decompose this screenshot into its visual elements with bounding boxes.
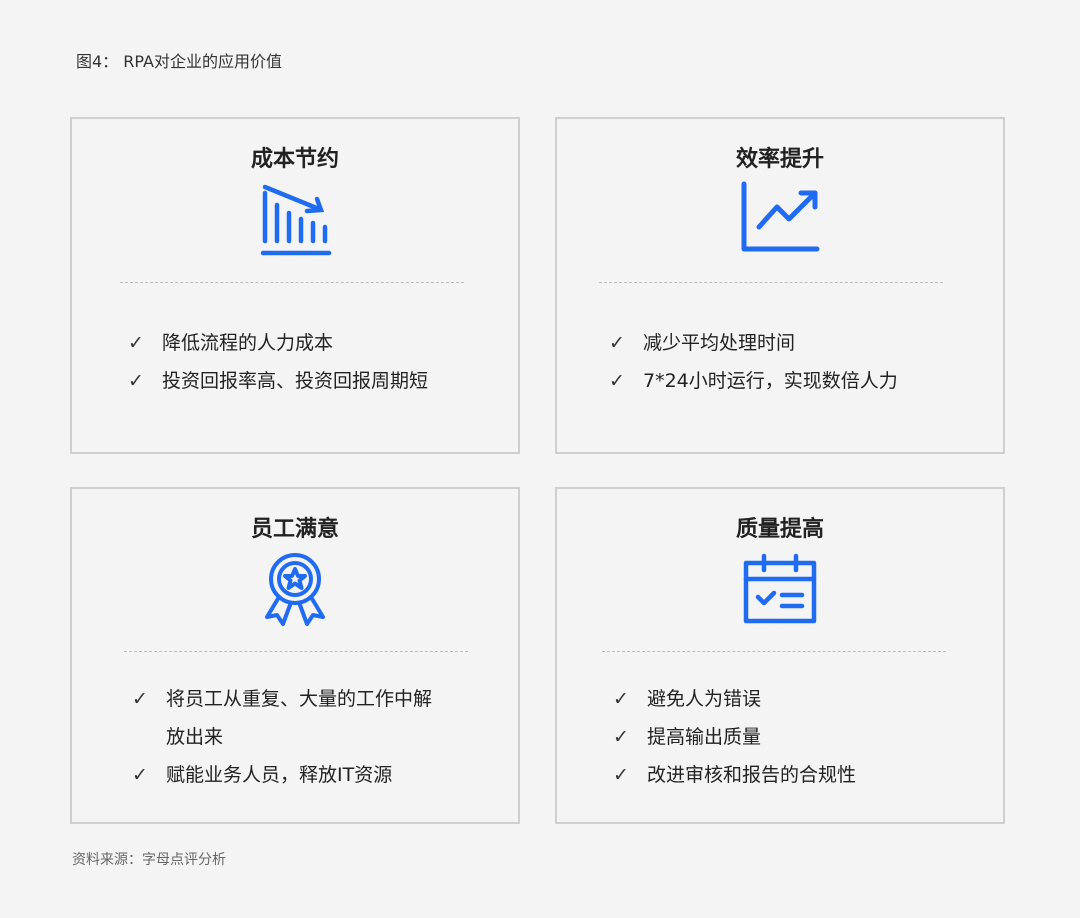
card-efficiency: 效率提升 ✓ 减少平均处理时间 ✓ 7*24小时运行，实现数倍人力	[555, 117, 1005, 454]
list-item: ✓ 改进审核和报告的合规性	[613, 756, 983, 794]
list-item-text: 提高输出质量	[647, 726, 762, 748]
source-note: 资料来源：字母点评分析	[72, 852, 226, 868]
check-icon: ✓	[613, 726, 629, 748]
card-item-list: ✓ 减少平均处理时间 ✓ 7*24小时运行，实现数倍人力	[609, 324, 979, 400]
list-item: ✓ 投资回报率高、投资回报周期短	[128, 362, 488, 400]
card-divider	[599, 282, 943, 283]
list-item-text: 将员工从重复、大量的工作中解放出来	[166, 688, 433, 748]
list-item: ✓ 赋能业务人员，释放IT资源	[132, 756, 432, 794]
list-item: ✓ 将员工从重复、大量的工作中解放出来	[132, 680, 432, 756]
card-divider	[124, 651, 468, 652]
check-icon: ✓	[132, 764, 148, 786]
list-item-text: 投资回报率高、投资回报周期短	[162, 370, 429, 392]
efficiency-line-chart-icon	[739, 181, 821, 255]
card-item-list: ✓ 降低流程的人力成本 ✓ 投资回报率高、投资回报周期短	[128, 324, 488, 400]
card-cost-saving: 成本节约 ✓ 降低流程的人力成本 ✓ 投资回报率高、投资回报周期短	[70, 117, 520, 454]
list-item: ✓ 提高输出质量	[613, 718, 983, 756]
card-title: 效率提升	[735, 147, 824, 172]
card-item-list: ✓ 将员工从重复、大量的工作中解放出来 ✓ 赋能业务人员，释放IT资源	[132, 680, 432, 794]
check-icon: ✓	[613, 688, 629, 710]
list-item: ✓ 降低流程的人力成本	[128, 324, 488, 362]
card-title: 质量提高	[735, 517, 824, 542]
check-icon: ✓	[613, 764, 629, 786]
check-icon: ✓	[609, 370, 625, 392]
card-divider	[602, 651, 946, 652]
list-item-text: 降低流程的人力成本	[162, 332, 334, 354]
card-title: 成本节约	[250, 147, 339, 172]
card-divider	[120, 282, 464, 283]
list-item-text: 7*24小时运行，实现数倍人力	[643, 370, 898, 392]
list-item-text: 减少平均处理时间	[643, 332, 796, 354]
list-item-text: 赋能业务人员，释放IT资源	[166, 764, 393, 786]
card-employee-satisfaction: 员工满意 ✓ 将员工从重复、大量的工作中解放出来 ✓ 赋能业务人员，释放IT资源	[70, 487, 520, 824]
list-item-text: 改进审核和报告的合规性	[647, 764, 857, 786]
list-item-text: 避免人为错误	[647, 688, 762, 710]
cost-down-chart-icon	[257, 183, 333, 259]
list-item: ✓ 减少平均处理时间	[609, 324, 979, 362]
calendar-check-icon	[742, 553, 818, 625]
figure-title: 图4： RPA对企业的应用价值	[76, 52, 282, 71]
check-icon: ✓	[609, 332, 625, 354]
check-icon: ✓	[128, 370, 144, 392]
check-icon: ✓	[128, 332, 144, 354]
list-item: ✓ 7*24小时运行，实现数倍人力	[609, 362, 979, 400]
card-title: 员工满意	[250, 517, 339, 542]
check-icon: ✓	[132, 688, 148, 710]
list-item: ✓ 避免人为错误	[613, 680, 983, 718]
award-star-icon	[257, 551, 333, 629]
card-quality: 质量提高 ✓ 避免人为错误 ✓ 提高输出质量 ✓ 改进审核和报告的合规性	[555, 487, 1005, 824]
card-item-list: ✓ 避免人为错误 ✓ 提高输出质量 ✓ 改进审核和报告的合规性	[613, 680, 983, 794]
